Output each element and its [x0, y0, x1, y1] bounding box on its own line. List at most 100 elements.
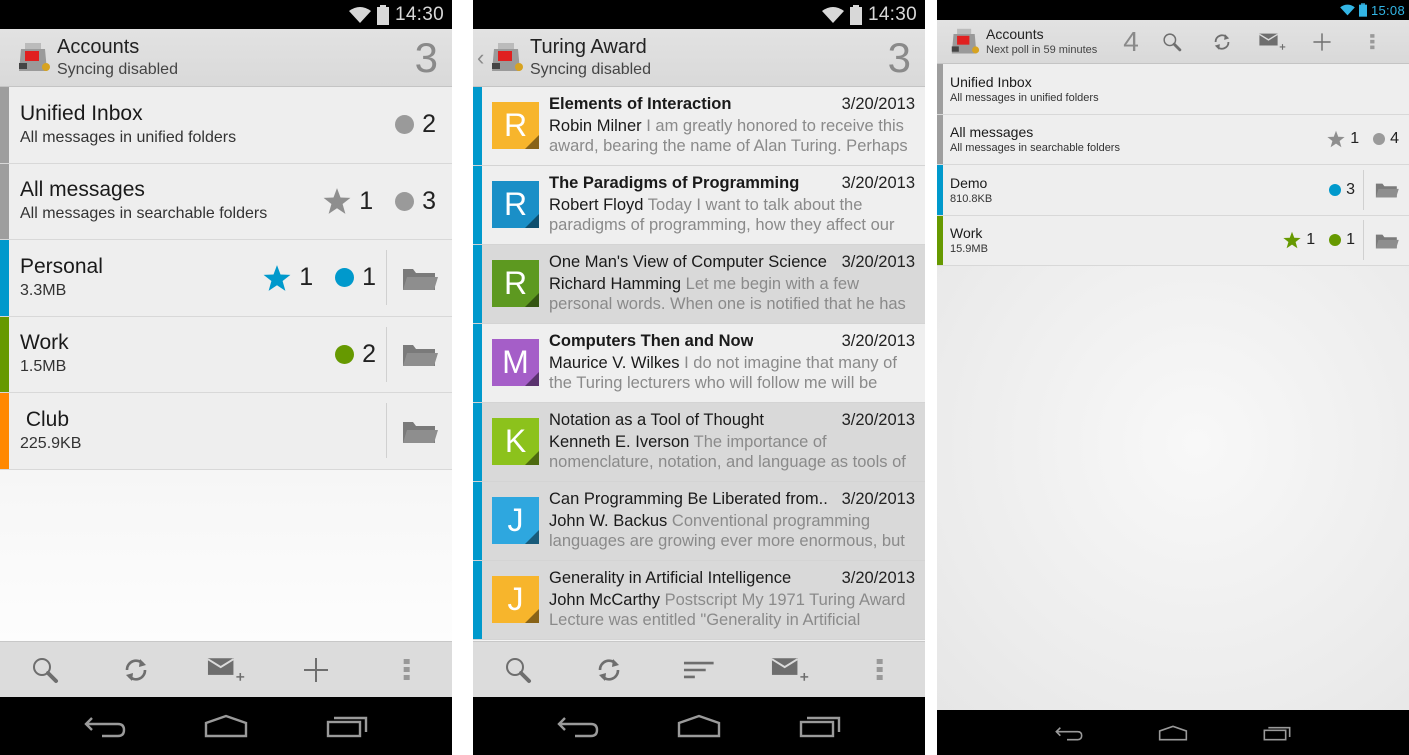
- account-color-stripe: [473, 324, 482, 402]
- avatar-fold-icon: [525, 609, 539, 623]
- nav-back-button[interactable]: [1029, 708, 1109, 755]
- account-name: All messages: [950, 124, 1034, 141]
- nav-back-button[interactable]: [65, 701, 145, 751]
- message-row[interactable]: K Notation as a Tool of Thought 3/20/201…: [473, 403, 925, 482]
- app-logo-icon[interactable]: [950, 27, 980, 57]
- search-button[interactable]: [1147, 20, 1197, 64]
- wifi-icon: [1340, 4, 1355, 16]
- contact-avatar[interactable]: K: [492, 418, 539, 465]
- star-icon: [263, 264, 291, 291]
- compose-button[interactable]: [1247, 20, 1297, 64]
- refresh-icon: [595, 656, 623, 684]
- contact-avatar[interactable]: R: [492, 102, 539, 149]
- clock: 15:08: [1370, 2, 1405, 18]
- add-button[interactable]: [1297, 20, 1347, 64]
- message-row[interactable]: R One Man's View of Computer Science 3/2…: [473, 245, 925, 324]
- overflow-menu-button[interactable]: [377, 642, 437, 698]
- refresh-button[interactable]: [579, 642, 639, 698]
- search-button[interactable]: [488, 642, 548, 698]
- star-icon: [323, 188, 351, 215]
- message-row[interactable]: R Elements of Interaction 3/20/2013 Robi…: [473, 87, 925, 166]
- nav-home-button[interactable]: [659, 701, 739, 751]
- account-row[interactable]: Work 15.9MB 11: [937, 215, 1409, 266]
- account-row[interactable]: All messages All messages in searchable …: [0, 163, 452, 240]
- nav-home-button[interactable]: [186, 701, 266, 751]
- folder-list-button[interactable]: [1363, 220, 1409, 261]
- tablet-screen-accounts: 15:08 Accounts Next poll in 59 minutes 4…: [937, 0, 1409, 755]
- bottom-toolbar: [473, 641, 925, 697]
- account-description: 810.8KB: [950, 192, 993, 205]
- system-nav-bar: [0, 697, 452, 755]
- compose-button[interactable]: [759, 642, 819, 698]
- avatar-initial: J: [507, 502, 524, 538]
- nav-back-button[interactable]: [538, 701, 618, 751]
- unread-count[interactable]: 4: [1373, 130, 1399, 148]
- search-button[interactable]: [15, 642, 75, 698]
- refresh-button[interactable]: [1197, 20, 1247, 64]
- nav-recents-button[interactable]: [1237, 708, 1317, 755]
- flagged-count[interactable]: 1: [1327, 130, 1359, 148]
- unread-count[interactable]: 1: [1329, 231, 1355, 249]
- folder-list-button[interactable]: [386, 326, 452, 382]
- unread-dot-icon: [335, 268, 355, 288]
- account-row[interactable]: Unified Inbox All messages in unified fo…: [937, 64, 1409, 115]
- flagged-count[interactable]: 1: [323, 187, 373, 216]
- unread-count[interactable]: 1: [335, 263, 376, 292]
- compose-button[interactable]: [196, 642, 256, 698]
- account-color-stripe: [0, 393, 9, 469]
- folder-list-button[interactable]: [386, 250, 452, 306]
- nav-recents-button[interactable]: [780, 701, 860, 751]
- message-row[interactable]: J Can Programming Be Liberated from.. 3/…: [473, 482, 925, 561]
- message-row[interactable]: M Computers Then and Now 3/20/2013 Mauri…: [473, 324, 925, 403]
- add-button[interactable]: [286, 642, 346, 698]
- folder-list-button[interactable]: [386, 403, 452, 459]
- app-logo-icon[interactable]: [490, 41, 524, 75]
- refresh-button[interactable]: [106, 642, 166, 698]
- folder-list-button[interactable]: [1363, 169, 1409, 210]
- avatar-fold-icon: [525, 293, 539, 307]
- count-group: 11: [1283, 231, 1355, 249]
- account-row[interactable]: Work 1.5MB 2: [0, 316, 452, 393]
- flagged-count[interactable]: 1: [1283, 231, 1315, 249]
- account-row[interactable]: Demo 810.8KB 3: [937, 165, 1409, 216]
- contact-avatar[interactable]: R: [492, 260, 539, 307]
- account-color-stripe: [0, 163, 9, 239]
- unread-count-value: 3: [422, 186, 436, 215]
- message-row[interactable]: R The Paradigms of Programming 3/20/2013…: [473, 166, 925, 245]
- count-group: 2: [335, 340, 376, 369]
- nav-recents-button[interactable]: [307, 701, 387, 751]
- app-logo-icon[interactable]: [17, 41, 51, 75]
- unread-count[interactable]: 2: [335, 340, 376, 369]
- avatar-initial: J: [507, 581, 524, 617]
- account-row[interactable]: Club 225.9KB: [0, 393, 452, 470]
- folder-icon: [402, 345, 438, 367]
- nav-home-button[interactable]: [1133, 708, 1213, 755]
- account-name: Club: [20, 407, 70, 431]
- unread-count[interactable]: 2: [395, 110, 436, 139]
- overflow-menu-button[interactable]: [850, 642, 910, 698]
- sort-button[interactable]: [669, 642, 729, 698]
- contact-avatar[interactable]: M: [492, 339, 539, 386]
- recents-icon: [327, 716, 368, 738]
- account-row[interactable]: All messages All messages in searchable …: [937, 114, 1409, 165]
- message-row[interactable]: J Generality in Artificial Intelligence …: [473, 561, 925, 640]
- account-color-stripe: [937, 165, 943, 215]
- overflow-menu-button[interactable]: [1347, 20, 1397, 64]
- back-icon: [1055, 726, 1083, 740]
- unread-count[interactable]: 3: [395, 187, 436, 216]
- contact-avatar[interactable]: J: [492, 497, 539, 544]
- flagged-count[interactable]: 1: [263, 263, 313, 292]
- up-chevron-icon[interactable]: ‹: [477, 45, 487, 71]
- account-row[interactable]: Unified Inbox All messages in unified fo…: [0, 87, 452, 164]
- wifi-icon: [348, 6, 371, 23]
- avatar-initial: R: [503, 107, 528, 143]
- contact-avatar[interactable]: J: [492, 576, 539, 623]
- account-list: Unified Inbox All messages in unified fo…: [0, 87, 452, 470]
- unread-count[interactable]: 3: [1329, 181, 1355, 199]
- contact-avatar[interactable]: R: [492, 181, 539, 228]
- message-sender: Robin Milner: [549, 117, 642, 135]
- account-row[interactable]: Personal 3.3MB 11: [0, 240, 452, 317]
- battery-icon: [1358, 3, 1367, 17]
- account-name: Unified Inbox: [950, 73, 1032, 90]
- message-list: R Elements of Interaction 3/20/2013 Robi…: [473, 87, 925, 640]
